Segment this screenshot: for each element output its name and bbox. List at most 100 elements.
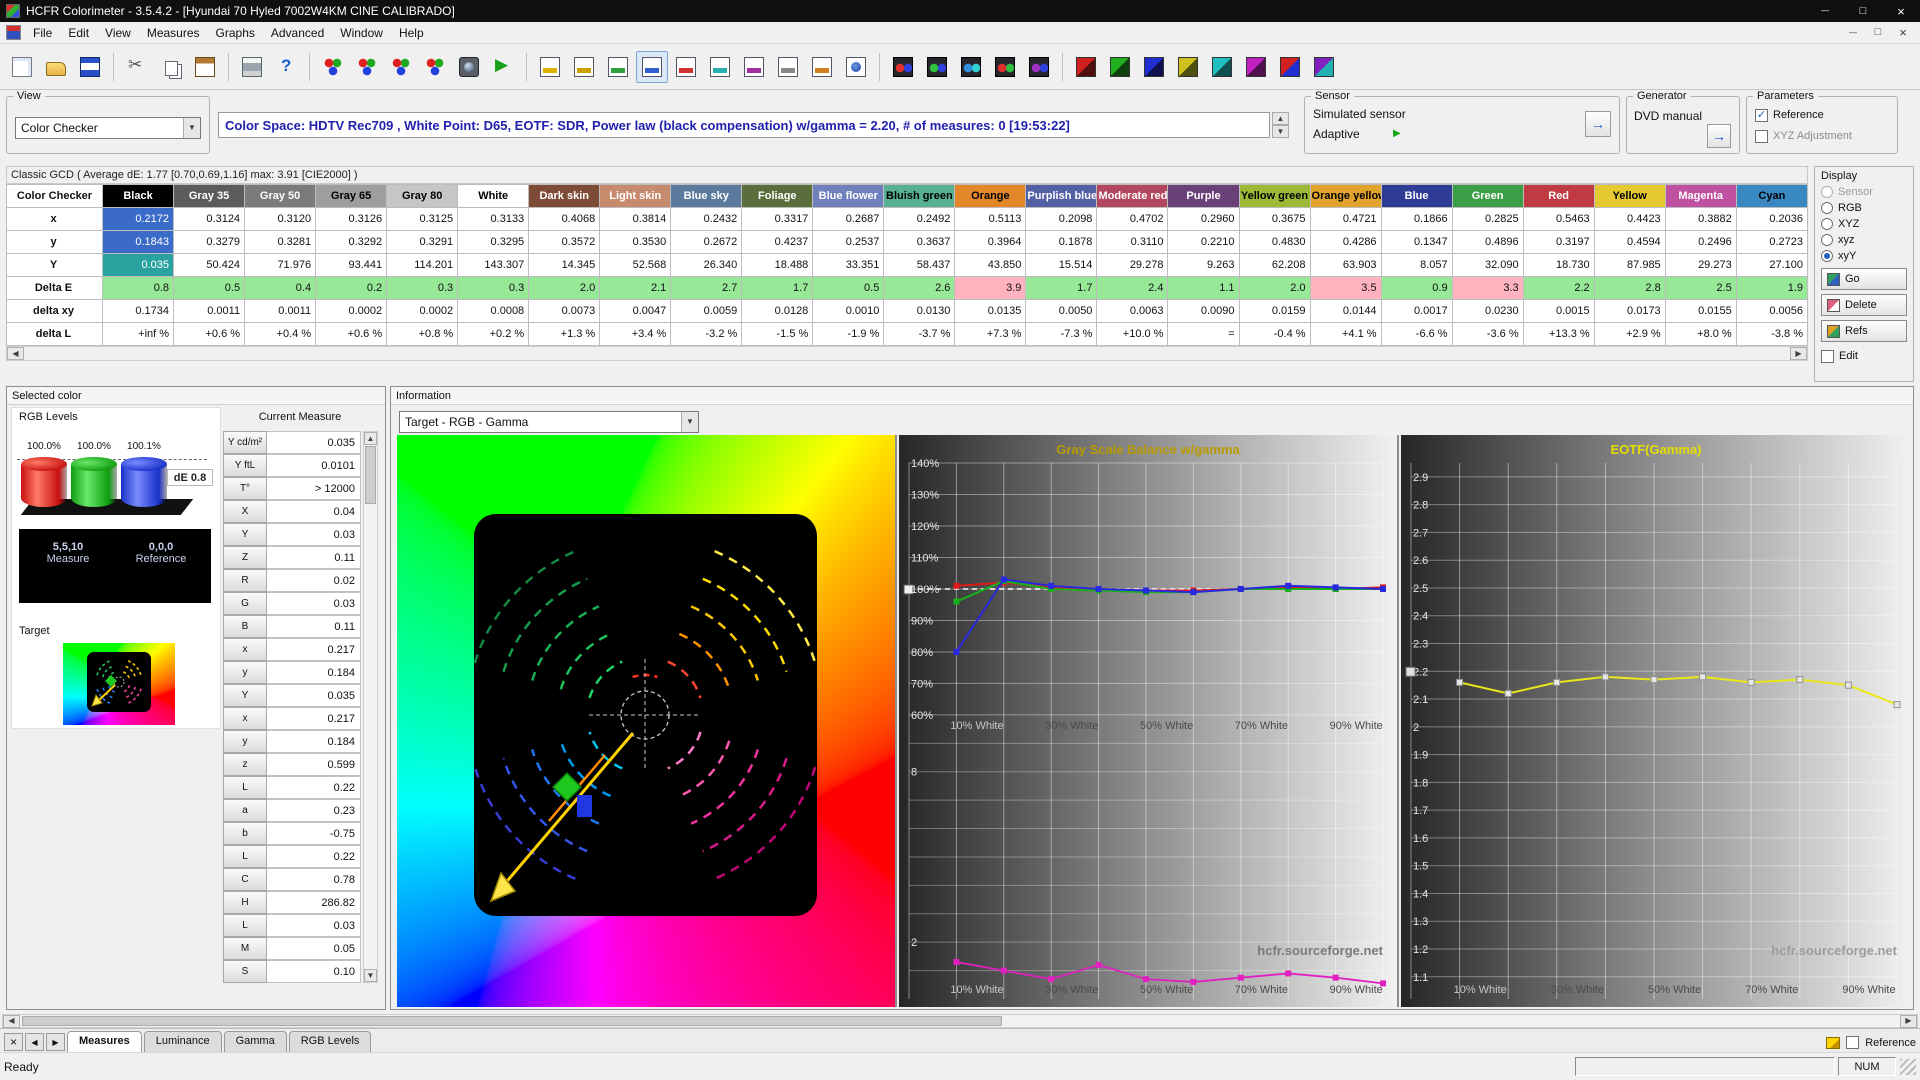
- cell-Y-19[interactable]: 32.090: [1452, 254, 1523, 277]
- cell-y-5[interactable]: 0.3295: [458, 231, 529, 254]
- snapshot-button[interactable]: [453, 51, 485, 83]
- cell-delta_l-16[interactable]: -0.4 %: [1239, 323, 1310, 346]
- cell-delta_e-9[interactable]: 1.7: [742, 277, 813, 300]
- measure-blue-button[interactable]: [1138, 51, 1170, 83]
- hscroll-thumb[interactable]: [22, 1016, 1002, 1026]
- cell-delta_xy-11[interactable]: 0.0130: [884, 300, 955, 323]
- cell-delta_l-1[interactable]: +0.6 %: [174, 323, 245, 346]
- hscroll-right-button[interactable]: [1900, 1015, 1917, 1028]
- param-xyz-adjustment-checkbox[interactable]: [1755, 130, 1768, 143]
- cell-x-7[interactable]: 0.3814: [600, 208, 671, 231]
- param-reference-row[interactable]: Reference: [1755, 107, 1824, 123]
- cm-label-15[interactable]: L: [223, 776, 267, 799]
- cell-delta_xy-7[interactable]: 0.0047: [600, 300, 671, 323]
- row-label-delta-l[interactable]: delta L: [7, 323, 103, 346]
- cm-label-12[interactable]: x: [223, 707, 267, 730]
- cell-delta_l-17[interactable]: +4.1 %: [1310, 323, 1381, 346]
- cell-delta_e-1[interactable]: 0.5: [174, 277, 245, 300]
- cell-Y-18[interactable]: 8.057: [1381, 254, 1452, 277]
- cell-delta_xy-17[interactable]: 0.0144: [1310, 300, 1381, 323]
- cell-y-21[interactable]: 0.4594: [1594, 231, 1665, 254]
- cell-Y-8[interactable]: 26.340: [671, 254, 742, 277]
- cell-Y-10[interactable]: 33.351: [813, 254, 884, 277]
- cell-Y-1[interactable]: 50.424: [174, 254, 245, 277]
- col-header-dark-skin[interactable]: Dark skin: [529, 185, 600, 208]
- col-header-blue[interactable]: Blue: [1381, 185, 1452, 208]
- cm-label-23[interactable]: S: [223, 960, 267, 983]
- row-label-delta-xy[interactable]: delta xy: [7, 300, 103, 323]
- cell-y-23[interactable]: 0.2723: [1736, 231, 1807, 254]
- cell-delta_xy-14[interactable]: 0.0063: [1097, 300, 1168, 323]
- cell-x-22[interactable]: 0.3882: [1665, 208, 1736, 231]
- cm-label-20[interactable]: H: [223, 891, 267, 914]
- menu-measures[interactable]: Measures: [139, 23, 208, 43]
- cell-Y-12[interactable]: 43.850: [955, 254, 1026, 277]
- cell-Y-2[interactable]: 71.976: [245, 254, 316, 277]
- col-header-bluish-green[interactable]: Bluish green: [884, 185, 955, 208]
- color-settings-button[interactable]: [385, 51, 417, 83]
- menu-help[interactable]: Help: [391, 23, 432, 43]
- cell-x-21[interactable]: 0.4423: [1594, 208, 1665, 231]
- cm-label-16[interactable]: a: [223, 799, 267, 822]
- radio-xyz[interactable]: [1821, 234, 1833, 246]
- cell-Y-3[interactable]: 93.441: [316, 254, 387, 277]
- cell-delta_xy-1[interactable]: 0.0011: [174, 300, 245, 323]
- menu-file[interactable]: File: [25, 23, 60, 43]
- measure-secondaries-button[interactable]: [1308, 51, 1340, 83]
- cell-delta_xy-19[interactable]: 0.0230: [1452, 300, 1523, 323]
- cell-delta_l-15[interactable]: =: [1168, 323, 1239, 346]
- view-free-measures-button[interactable]: [636, 51, 668, 83]
- cell-delta_l-3[interactable]: +0.6 %: [316, 323, 387, 346]
- cell-y-7[interactable]: 0.3530: [600, 231, 671, 254]
- cell-y-22[interactable]: 0.2496: [1665, 231, 1736, 254]
- table-scroll-left-button[interactable]: [7, 347, 24, 360]
- menu-graphs[interactable]: Graphs: [208, 23, 263, 43]
- cell-delta_l-9[interactable]: -1.5 %: [742, 323, 813, 346]
- display-option-xyz[interactable]: XYZ: [1821, 216, 1907, 232]
- cell-delta_xy-23[interactable]: 0.0056: [1736, 300, 1807, 323]
- cell-x-19[interactable]: 0.2825: [1452, 208, 1523, 231]
- cm-label-8[interactable]: B: [223, 615, 267, 638]
- cell-delta_e-3[interactable]: 0.2: [316, 277, 387, 300]
- cm-label-6[interactable]: R: [223, 569, 267, 592]
- cell-x-10[interactable]: 0.2687: [813, 208, 884, 231]
- cell-y-8[interactable]: 0.2672: [671, 231, 742, 254]
- spinner-down-button[interactable]: [1272, 125, 1289, 138]
- resize-grip[interactable]: [1900, 1059, 1916, 1075]
- cell-delta_e-8[interactable]: 2.7: [671, 277, 742, 300]
- cell-y-11[interactable]: 0.3637: [884, 231, 955, 254]
- cell-Y-16[interactable]: 62.208: [1239, 254, 1310, 277]
- cell-x-11[interactable]: 0.2492: [884, 208, 955, 231]
- cm-label-11[interactable]: Y: [223, 684, 267, 707]
- cell-x-1[interactable]: 0.3124: [174, 208, 245, 231]
- cell-delta_l-7[interactable]: +3.4 %: [600, 323, 671, 346]
- cell-delta_e-22[interactable]: 2.5: [1665, 277, 1736, 300]
- col-header-moderate-red[interactable]: Moderate red: [1097, 185, 1168, 208]
- cell-x-5[interactable]: 0.3133: [458, 208, 529, 231]
- cell-delta_e-5[interactable]: 0.3: [458, 277, 529, 300]
- horizontal-scrollbar[interactable]: [2, 1014, 1918, 1028]
- cell-delta_e-17[interactable]: 3.5: [1310, 277, 1381, 300]
- cm-label-13[interactable]: y: [223, 730, 267, 753]
- go-button[interactable]: Go: [1821, 268, 1907, 290]
- display-option-rgb[interactable]: RGB: [1821, 200, 1907, 216]
- col-header-green[interactable]: Green: [1452, 185, 1523, 208]
- cell-x-20[interactable]: 0.5463: [1523, 208, 1594, 231]
- radio-rgb[interactable]: [1821, 202, 1833, 214]
- cell-delta_l-21[interactable]: +2.9 %: [1594, 323, 1665, 346]
- cell-Y-23[interactable]: 27.100: [1736, 254, 1807, 277]
- menu-window[interactable]: Window: [332, 23, 391, 43]
- generator-config-button[interactable]: →: [1707, 124, 1731, 148]
- tab-luminance[interactable]: Luminance: [144, 1031, 222, 1052]
- cell-delta_xy-2[interactable]: 0.0011: [245, 300, 316, 323]
- cell-delta_l-12[interactable]: +7.3 %: [955, 323, 1026, 346]
- refs-button[interactable]: Refs: [1821, 320, 1907, 342]
- measure-nearblack-button[interactable]: [921, 51, 953, 83]
- radio-xyy[interactable]: [1821, 250, 1833, 262]
- cm-label-10[interactable]: y: [223, 661, 267, 684]
- cell-y-6[interactable]: 0.3572: [529, 231, 600, 254]
- cell-Y-6[interactable]: 14.345: [529, 254, 600, 277]
- cell-delta_l-0[interactable]: +inf %: [103, 323, 174, 346]
- row-label-y[interactable]: y: [7, 231, 103, 254]
- cell-Y-11[interactable]: 58.437: [884, 254, 955, 277]
